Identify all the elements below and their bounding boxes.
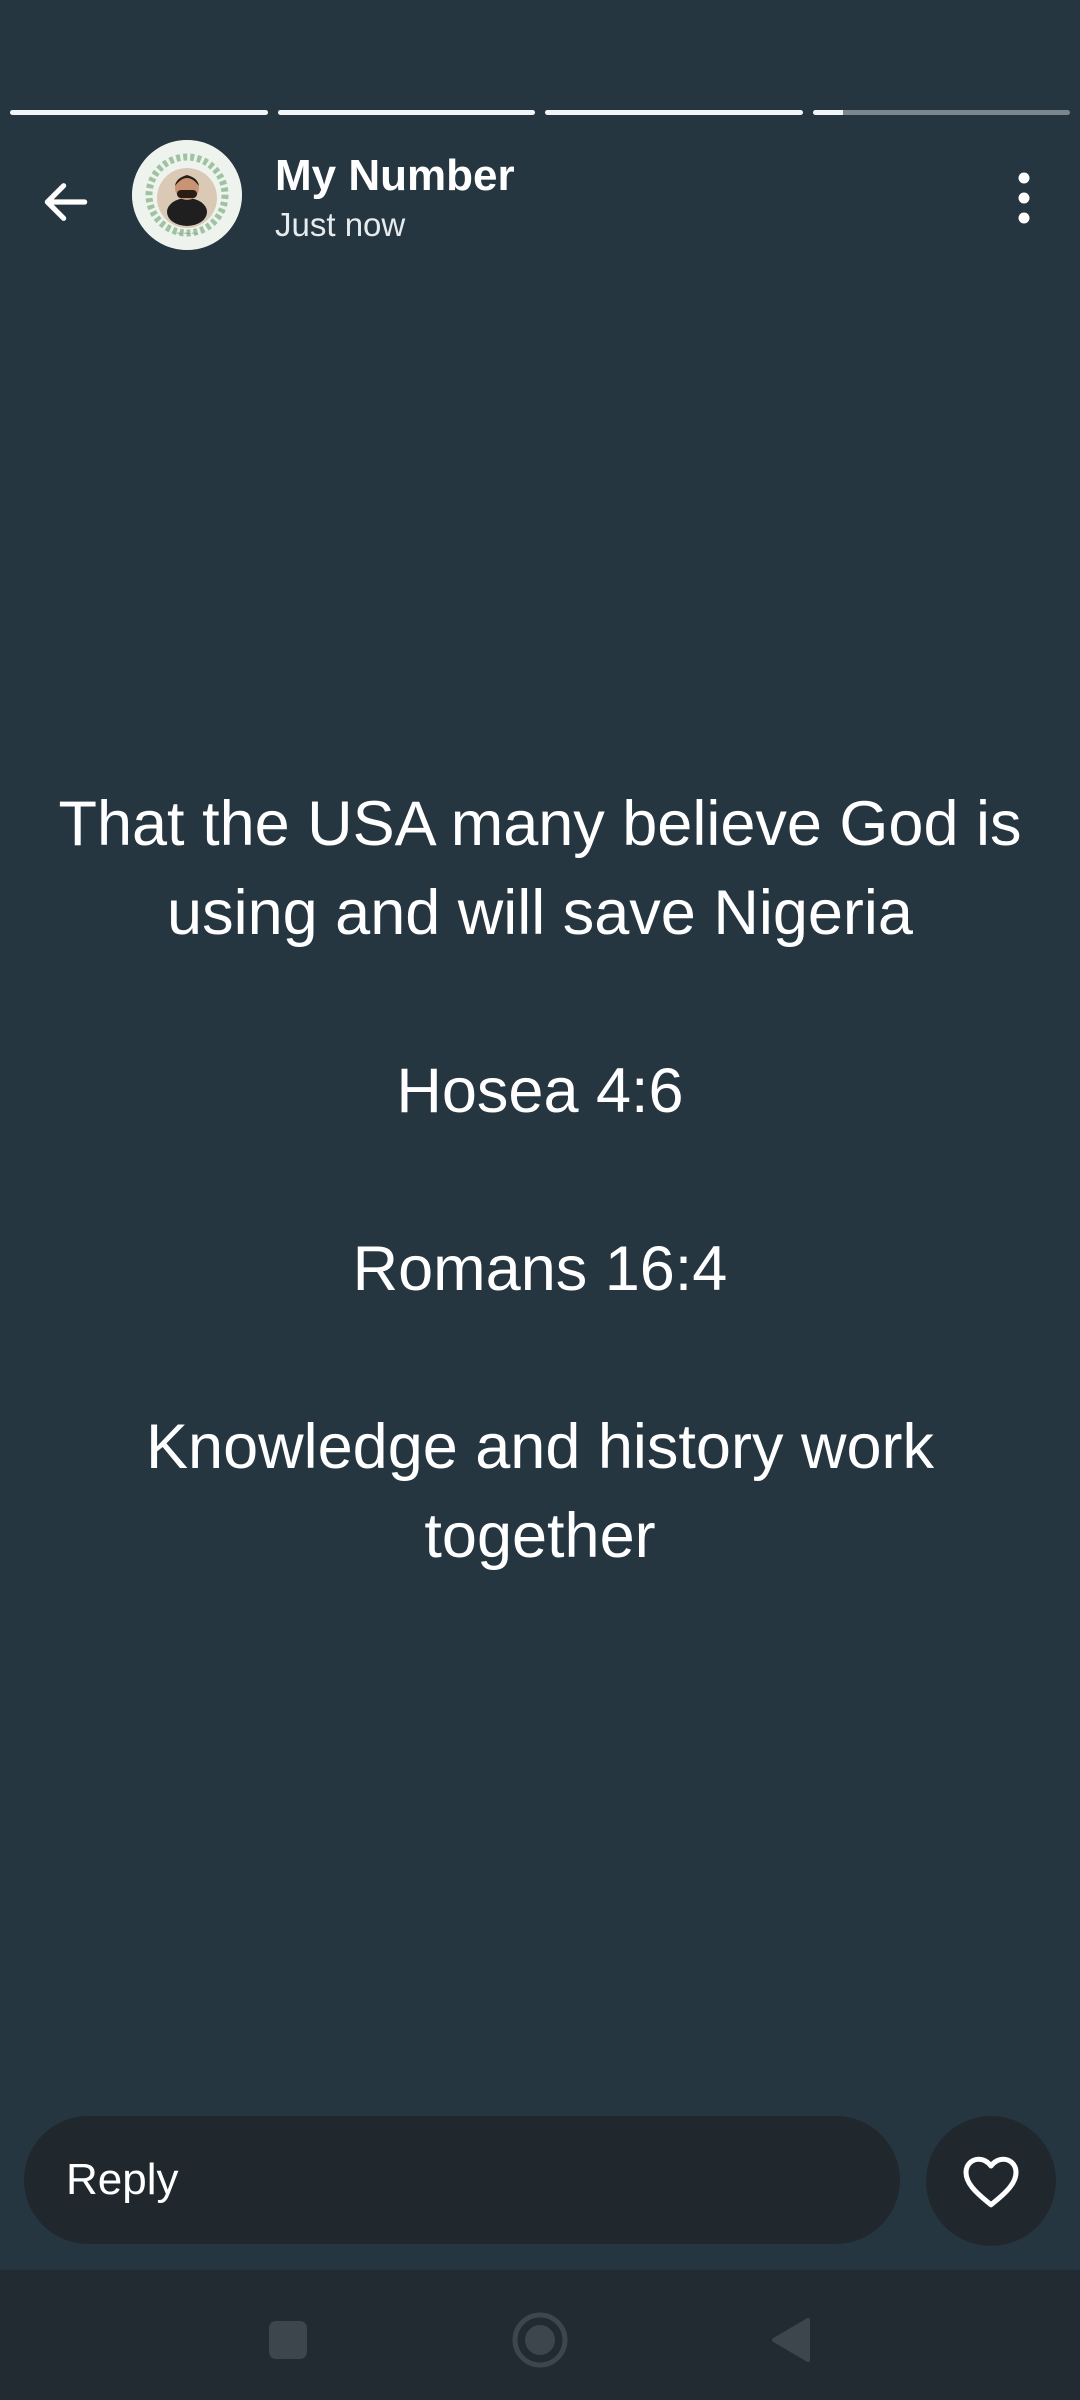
square-icon [269, 2321, 307, 2359]
more-options-button[interactable] [994, 162, 1054, 234]
home-button[interactable] [490, 2290, 590, 2390]
triangle-back-icon [772, 2318, 810, 2362]
like-button[interactable] [926, 2116, 1056, 2246]
system-nav-bar [0, 2270, 1080, 2400]
svg-text:~~~: ~~~ [176, 229, 199, 239]
reply-placeholder: Reply [66, 2155, 179, 2204]
progress-segment [277, 110, 535, 115]
status-time: Just now [275, 206, 406, 243]
status-progress-bar [10, 110, 1070, 115]
status-paragraph: Hosea 4:6 [396, 1056, 684, 1126]
reply-field[interactable]: Reply [24, 2116, 900, 2244]
nav-back-button[interactable] [740, 2290, 840, 2390]
circle-icon [512, 2312, 568, 2368]
progress-segment [10, 110, 268, 115]
arrow-left-icon [44, 183, 88, 221]
recents-button[interactable] [238, 2290, 338, 2390]
avatar[interactable]: ~~~ [132, 140, 242, 250]
status-paragraph: That the USA many believe God is using a… [58, 789, 1022, 948]
status-paragraph: Knowledge and history work together [146, 1412, 934, 1571]
progress-segment [812, 110, 1070, 115]
status-paragraph: Romans 16:4 [352, 1234, 728, 1304]
status-text: That the USA many believe God is using a… [40, 780, 1040, 1581]
heart-icon [963, 2156, 1019, 2208]
progress-segment [545, 110, 803, 115]
more-vertical-icon [1018, 172, 1030, 224]
status-title-block[interactable]: My Number Just now [275, 150, 515, 246]
back-button[interactable] [30, 166, 102, 238]
contact-name: My Number [275, 151, 515, 200]
status-header: ~~~ My Number Just now [0, 138, 1080, 254]
